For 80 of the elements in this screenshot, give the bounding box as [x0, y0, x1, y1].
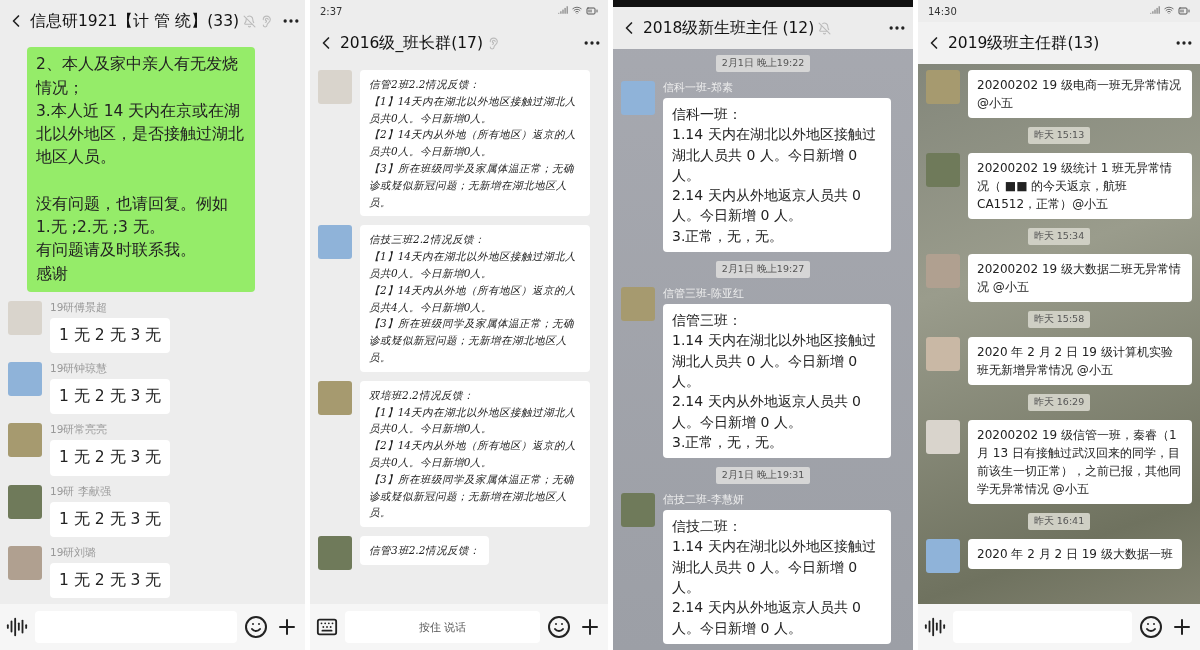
avatar[interactable]: [318, 380, 352, 415]
timestamp: 昨天 16:41: [1027, 513, 1091, 530]
timestamp: 昨天 15:58: [1027, 311, 1091, 328]
message-text: 2、本人及家中亲人有无发烧情况；: [36, 54, 239, 99]
message-text: 3.本人近 14 天内在京或在湖北以外地区，是否接触过湖北地区人员。: [36, 100, 245, 169]
message-text: 1.14 天内在湖北以外地区接触过湖北人员共 0 人。今日新增 0 人。: [672, 537, 877, 598]
hold-to-talk: 按住 说话: [418, 619, 467, 635]
emoji-icon[interactable]: [244, 615, 268, 639]
avatar[interactable]: [8, 484, 42, 519]
message-text: 信管3班2.2情况反馈：: [369, 543, 481, 559]
message-text: 【1】14天内在湖北以外地区接触过湖北人员共0人。今日新增0人。: [369, 249, 578, 281]
chat-title: 2019级班主任群(13): [948, 32, 1100, 54]
sender-name: 信技二班-李慧妍: [663, 493, 745, 508]
message-text: 2020 年 2 月 2 日 19 级计算机实验班无新增异常情况 @小五: [977, 344, 1174, 379]
message-text: 【3】所在班级同学及家属体温正常；无确诊或疑似新冠问题；无新增在湖北地区人员。: [369, 161, 575, 210]
message-text: 1 无 2 无 3 无: [59, 324, 162, 346]
message-text: 1.14 天内在湖北以外地区接触过湖北人员共 0 人。今日新增 0 人。: [672, 331, 877, 391]
chat-title: 信息研1921【计 管 统】(33): [30, 10, 240, 32]
member-count: (12): [782, 19, 815, 37]
chat-title: 2016级_班长群(17): [340, 32, 483, 54]
message-text: 1 无 2 无 3 无: [59, 508, 162, 530]
message-text: 3.正常，无，无。: [672, 432, 785, 452]
timestamp: 2月1日 晚上19:27: [715, 261, 811, 279]
battery-icon: [586, 5, 598, 17]
timestamp: 2月1日 晚上19:31: [715, 467, 811, 485]
timestamp: 2月1日 晚上19:22: [715, 55, 811, 72]
message-text: 20200202 19 级电商一班无异常情况 @小五: [977, 77, 1182, 112]
message-text: 2.14 天内从外地返京人员共 0 人。今日新增 0 人。: [672, 392, 862, 432]
signal-icon: [558, 5, 568, 15]
message-text: 双培班2.2情况反馈：: [369, 387, 475, 403]
message-text: 信技三班2.2情况反馈：: [369, 232, 486, 248]
message-text: 20200202 19 级大数据二班无异常情况 @小五: [977, 261, 1182, 296]
chat-title: 2018级新生班主任: [643, 17, 779, 39]
emoji-icon[interactable]: [1139, 615, 1163, 639]
message-text: 20200202 19 级统计 1 班无异常情况（ ■■ 的今天返京，航班 CA1512，正常）@小五: [977, 160, 1174, 213]
message-text: 1.14 天内在湖北以外地区接触过湖北人员共 0 人。今日新增 0 人。: [672, 125, 877, 185]
message-text: 信科一班：: [672, 105, 743, 124]
sender-name: 19研傅景超: [50, 300, 109, 315]
status-time: 2:37: [320, 5, 343, 17]
message-text: 1 无 2 无 3 无: [59, 569, 162, 591]
avatar[interactable]: [8, 545, 42, 580]
message-text: 【2】14天内从外地（所有地区）返京的人员共4人。今日新增0人。: [369, 282, 578, 315]
message-text: 【1】14天内在湖北以外地区接触过湖北人员共0人。今日新增0人。: [369, 93, 578, 126]
message-text: 没有问题，也请回复。例如 1.无 ;2.无 ;3 无。: [36, 193, 229, 238]
message-input[interactable]: 按住 说话: [345, 611, 540, 643]
message-text: 3.正常，无，无。: [672, 226, 785, 246]
battery-icon: [1178, 5, 1190, 17]
sender-name: 19研刘璐: [50, 545, 98, 560]
wifi-icon: [1164, 5, 1174, 15]
message-text: 2020 年 2 月 2 日 19 级大数据一班: [977, 546, 1173, 563]
sender-name: 19研常亮亮: [50, 423, 109, 438]
emoji-icon[interactable]: [547, 615, 571, 639]
message-text: 信管三班：: [672, 311, 743, 331]
message-text: 【1】14天内在湖北以外地区接触过湖北人员共0人。今日新增0人。: [369, 404, 578, 437]
status-time: 14:30: [928, 5, 957, 17]
sender-name: 19研钟琼慧: [50, 362, 109, 376]
timestamp: 昨天 16:29: [1027, 394, 1091, 411]
signal-icon: [1150, 5, 1160, 15]
message-text: 2.14 天内从外地返京人员共 0 人。今日新增 0 人。: [672, 186, 862, 226]
voice-icon[interactable]: [924, 616, 946, 638]
sender-name: 19研 李献强: [50, 484, 112, 499]
message-text: 1 无 2 无 3 无: [59, 386, 162, 407]
message-text: 信管2班2.2情况反馈：: [369, 77, 482, 92]
message-text: 2.14 天内从外地返京人员共 0 人。今日新增 0 人。: [672, 598, 862, 638]
message-text: 感谢: [36, 263, 69, 285]
voice-icon[interactable]: [6, 616, 28, 638]
message-text: 【2】14天内从外地（所有地区）返京的人员共0人。今日新增0人。: [369, 438, 578, 470]
keyboard-icon[interactable]: [316, 616, 338, 638]
wifi-icon: [572, 5, 582, 15]
message-text: 20200202 19 级信管一班，秦睿（1 月 13 日有接触过武汉回来的同学，目前该生一切正常），之前已报，其他同学无异常情况 @小五: [977, 427, 1182, 498]
message-text: 1 无 2 无 3 无: [59, 447, 162, 469]
message-text: 信技二班：: [672, 517, 743, 537]
avatar[interactable]: [8, 423, 42, 458]
timestamp: 昨天 15:13: [1027, 127, 1091, 144]
message-text: 【2】14天内从外地（所有地区）返京的人员共0人。今日新增0人。: [369, 127, 578, 160]
timestamp: 昨天 15:34: [1027, 228, 1091, 245]
avatar[interactable]: [318, 536, 352, 571]
message-text: 【3】所在班级同学及家属体温正常；无确诊或疑似新冠问题；无新增在湖北地区人员。: [369, 316, 575, 365]
message-text: 【3】所在班级同学及家属体温正常；无确诊或疑似新冠问题；无新增在湖北地区人员。: [369, 471, 575, 521]
message-text: 有问题请及时联系我。: [36, 240, 197, 262]
